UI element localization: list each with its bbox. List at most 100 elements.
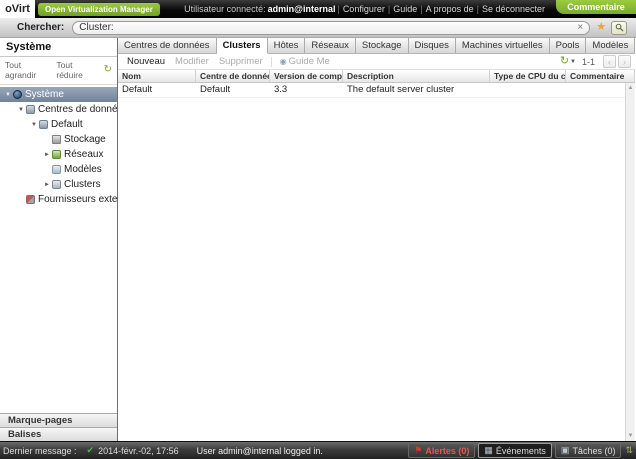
tree-item-systeme[interactable]: ▼ Système [0, 87, 117, 102]
tab-machines-virtuelles[interactable]: Machines virtuelles [456, 38, 550, 53]
tab-stockage[interactable]: Stockage [356, 38, 409, 53]
tree-item-reseaux[interactable]: ► Réseaux [0, 147, 117, 162]
new-button[interactable]: Nouveau [127, 56, 165, 67]
guide-me-icon: ◉ [279, 57, 287, 66]
storage-icon [52, 135, 61, 144]
tab-reseaux[interactable]: Réseaux [305, 38, 356, 53]
magnifier-icon [615, 23, 624, 32]
tab-centres-de-donnees[interactable]: Centres de données [118, 38, 217, 53]
separator: | [420, 4, 423, 14]
search-label: Chercher: [17, 22, 65, 33]
status-bar: Dernier message : ✔ 2014-févr.-02, 17:56… [0, 441, 636, 459]
scroll-down-icon[interactable]: ▼ [628, 431, 634, 441]
tree-item-label: Default [51, 119, 83, 130]
last-message-timestamp: 2014-févr.-02, 17:56 [98, 445, 179, 456]
external-providers-icon [26, 195, 35, 204]
column-header-type-cpu[interactable]: Type de CPU du cluster [490, 70, 566, 82]
tab-pools[interactable]: Pools [550, 38, 587, 53]
toolbar-divider [270, 56, 272, 67]
cluster-icon [52, 180, 61, 189]
guide-me-button[interactable]: ◉ Guide Me [280, 56, 330, 67]
cell-version: 3.3 [274, 84, 288, 95]
bookmarks-panel-header[interactable]: Marque-pages [0, 413, 117, 427]
search-input[interactable] [79, 22, 578, 33]
pagination-range: 1-1 [581, 56, 595, 67]
separator: | [337, 4, 340, 14]
remove-button[interactable]: Supprimer [219, 56, 263, 67]
edit-button[interactable]: Modifier [175, 56, 209, 67]
feedback-tab[interactable]: Commentaire [556, 0, 636, 14]
datacenter-icon [39, 120, 48, 129]
table-row-default-cluster[interactable]: Default Default 3.3 The default server c… [118, 83, 626, 98]
about-link[interactable]: A propos de [426, 4, 474, 14]
expander-icon[interactable]: ▼ [17, 107, 25, 113]
signout-link[interactable]: Se déconnecter [482, 4, 545, 14]
search-button[interactable] [611, 20, 628, 35]
tree-item-label: Clusters [64, 179, 101, 190]
configure-link[interactable]: Configurer [343, 4, 385, 14]
tree-item-centres-de-donnees[interactable]: ▼ Centres de données [0, 102, 128, 117]
refresh-caret-icon[interactable]: ▼ [570, 59, 576, 65]
expander-icon[interactable]: ▼ [30, 122, 38, 128]
template-icon [52, 165, 61, 174]
cluster-table-body: Default Default 3.3 The default server c… [118, 83, 635, 441]
expander-icon[interactable]: ▼ [4, 92, 12, 98]
alerts-button[interactable]: ⚑ Alertes (0) [408, 443, 476, 458]
scroll-up-icon[interactable]: ▲ [628, 83, 634, 93]
guide-link[interactable]: Guide [393, 4, 417, 14]
column-header-version[interactable]: Version de compatibilité [270, 70, 343, 82]
expand-all-link[interactable]: Tout agrandir [5, 60, 48, 80]
sidebar-title: Système [0, 38, 117, 57]
separator: | [476, 4, 479, 14]
vertical-scrollbar[interactable]: ▲ ▼ [625, 83, 635, 441]
column-header-description[interactable]: Description [343, 70, 490, 82]
column-header-nom[interactable]: Nom [118, 70, 196, 82]
session-user: admin@internal [267, 4, 336, 14]
tasks-button[interactable]: ▣ Tâches (0) [554, 443, 622, 458]
tasks-label: Tâches (0) [572, 445, 616, 456]
tab-modeles[interactable]: Modèles [586, 38, 636, 53]
product-badge: Open Virtualization Manager [38, 2, 160, 16]
tree-refresh-icon[interactable]: ↻ [104, 65, 112, 75]
events-label: Événements [495, 445, 546, 456]
tree-item-label: Centres de données [38, 104, 129, 115]
search-pill: × [72, 20, 591, 35]
search-bar: Chercher: × ★ [0, 18, 636, 38]
clear-search-icon[interactable]: × [577, 22, 583, 33]
events-button[interactable]: ▦ Événements [478, 443, 552, 458]
tree-item-label: Modèles [64, 164, 102, 175]
separator: | [387, 4, 391, 14]
tree-item-modeles[interactable]: Modèles [0, 162, 117, 177]
ovirt-manager-window: oVirt Open Virtualization Manager Utilis… [0, 0, 636, 459]
tags-panel-header[interactable]: Balises [0, 427, 117, 441]
tree-item-clusters[interactable]: ► Clusters [0, 177, 117, 192]
next-page-button[interactable]: › [618, 55, 631, 68]
system-globe-icon [13, 90, 22, 99]
tasks-icon: ▣ [560, 445, 570, 455]
refresh-icon[interactable]: ↻ [560, 56, 569, 67]
column-header-commentaire[interactable]: Commentaire [566, 70, 635, 82]
tree-item-fournisseurs-externes[interactable]: Fournisseurs externes [0, 192, 137, 207]
expander-icon[interactable]: ► [43, 152, 51, 158]
main-content: Centres de données Clusters Hôtes Réseau… [117, 38, 636, 441]
expander-icon[interactable]: ► [43, 182, 51, 188]
tab-disques[interactable]: Disques [409, 38, 456, 53]
column-header-centre-de-donnees[interactable]: Centre de données [196, 70, 270, 82]
tree-item-default[interactable]: ▼ Default [0, 117, 117, 132]
session-info: Utilisateur connecté: admin@internal | C… [184, 4, 548, 14]
events-icon: ▦ [484, 445, 493, 455]
bookmark-star-icon[interactable]: ★ [596, 22, 606, 33]
tab-clusters[interactable]: Clusters [216, 38, 268, 54]
cluster-toolbar: Nouveau Modifier Supprimer ◉ Guide Me ↻ ▼… [118, 54, 635, 70]
cell-centre-de-donnees: Default [200, 84, 231, 95]
success-check-icon: ✔ [86, 445, 95, 455]
session-label: Utilisateur connecté: [184, 4, 266, 14]
collapse-statusbar-icon[interactable]: ⇅ [625, 445, 633, 456]
tab-hotes[interactable]: Hôtes [268, 38, 306, 53]
collapse-all-link[interactable]: Tout réduire [56, 60, 95, 80]
tree-item-stockage[interactable]: Stockage [0, 132, 117, 147]
prev-page-button[interactable]: ‹ [603, 55, 616, 68]
guide-me-label: Guide Me [288, 56, 330, 67]
cluster-table-header: Nom Centre de données Version de compati… [118, 70, 635, 83]
ovirt-logo: oVirt [0, 0, 35, 18]
